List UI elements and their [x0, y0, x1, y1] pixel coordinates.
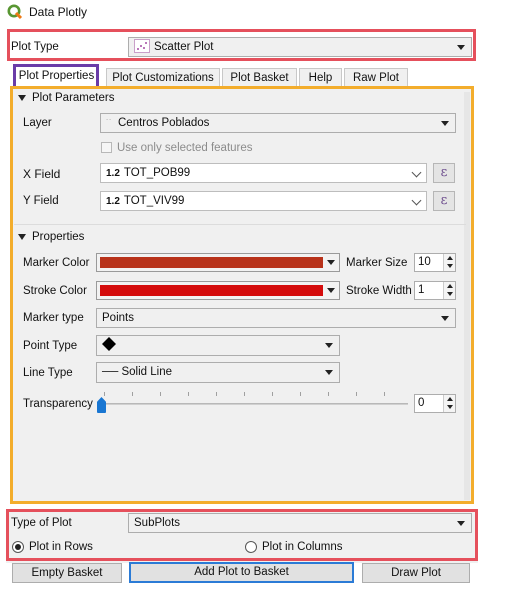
plot-properties-highlight-box [10, 86, 474, 504]
chevron-down-icon [457, 45, 465, 50]
plot-type-select[interactable]: Scatter Plot [128, 37, 472, 57]
tab-label: Plot Customizations [112, 72, 214, 84]
tab-raw-plot[interactable]: Raw Plot [344, 68, 408, 87]
tab-label: Raw Plot [352, 72, 400, 84]
tab-plot-customizations[interactable]: Plot Customizations [106, 68, 220, 87]
button-label: Draw Plot [391, 567, 441, 579]
plot-type-value: Scatter Plot [154, 41, 214, 53]
window-title: Data Plotly [29, 5, 88, 19]
tab-help[interactable]: Help [299, 68, 342, 87]
empty-basket-button[interactable]: Empty Basket [12, 563, 122, 583]
tab-label: Plot Basket [230, 72, 289, 84]
button-label: Add Plot to Basket [194, 566, 289, 578]
add-plot-to-basket-button[interactable]: Add Plot to Basket [129, 562, 354, 583]
tab-plot-basket[interactable]: Plot Basket [222, 68, 297, 87]
button-label: Empty Basket [31, 567, 103, 579]
subplot-highlight [6, 509, 478, 561]
tab-label: Help [308, 72, 333, 84]
scatter-plot-icon [134, 39, 150, 53]
plot-type-label: Plot Type [11, 41, 59, 53]
title-bar: Data Plotly [0, 0, 520, 24]
qgis-logo-icon [7, 4, 23, 20]
draw-plot-button[interactable]: Draw Plot [362, 563, 470, 583]
